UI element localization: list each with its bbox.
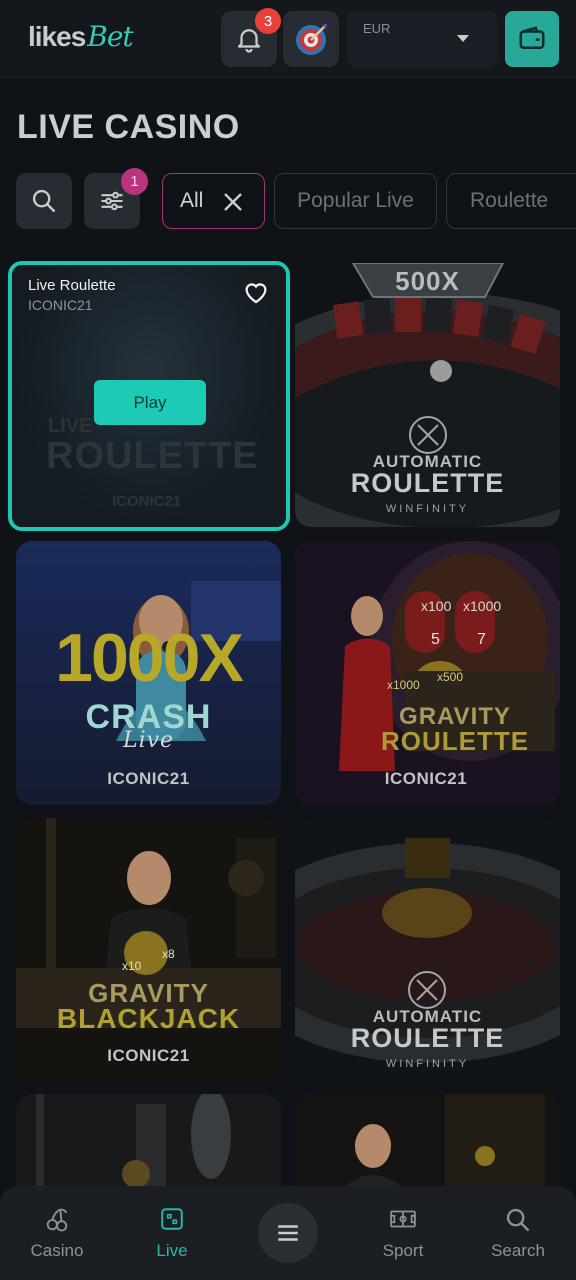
menu-icon	[278, 1225, 298, 1241]
heart-icon[interactable]	[241, 277, 271, 307]
thumbnail-brand: ICONIC21	[112, 493, 182, 510]
game-thumbnail	[295, 541, 560, 805]
missions-button[interactable]	[283, 11, 339, 67]
site-logo[interactable]: likesBet	[28, 20, 134, 53]
multiplier-label: x1000	[463, 598, 502, 614]
thumbnail-title-large: ROULETTE	[350, 468, 505, 498]
bottom-navigation: Casino Live Sport Search	[0, 1186, 576, 1280]
currency-select[interactable]: EUR	[347, 11, 497, 67]
target-dart-icon	[296, 24, 327, 55]
wallet-button[interactable]	[505, 11, 559, 67]
nav-label: Casino	[30, 1241, 84, 1260]
filter-chip-popular-live[interactable]: Popular Live	[274, 173, 437, 229]
game-thumbnail	[16, 1094, 281, 1186]
thumbnail-title-large: 1000X	[55, 620, 244, 696]
currency-code: EUR	[363, 21, 391, 36]
roulette-number: 7	[477, 631, 486, 648]
game-tile-partial[interactable]	[295, 1094, 560, 1186]
close-icon[interactable]	[221, 190, 245, 214]
game-search-button[interactable]	[16, 173, 72, 229]
game-thumbnail	[295, 1094, 560, 1186]
thumbnail-brand: ICONIC21	[384, 769, 468, 788]
chip-label: Popular Live	[297, 189, 414, 212]
cherries-icon	[46, 1208, 68, 1232]
chip-label: All	[180, 189, 204, 212]
thumbnail-brand: WINFINITY	[385, 503, 470, 515]
multiplier-label: x1000	[387, 678, 420, 692]
nav-item-live[interactable]: Live	[122, 1186, 222, 1280]
thumbnail-title-live: Live	[122, 728, 175, 753]
chip-label: Roulette	[470, 189, 549, 212]
game-tile-automatic-roulette-500x[interactable]: 500X AUTOMATIC ROULETTE WINFINITY	[295, 263, 560, 527]
page-title: LIVE CASINO	[17, 108, 240, 146]
search-icon	[32, 189, 56, 213]
nav-label: Search	[491, 1241, 545, 1260]
thumbnail-brand: ICONIC21	[107, 769, 190, 788]
nav-item-search[interactable]: Search	[468, 1186, 568, 1280]
nav-item-sport[interactable]: Sport	[353, 1186, 453, 1280]
multiplier-label: x100	[421, 598, 452, 614]
sliders-icon	[101, 191, 123, 211]
filter-chip-roulette[interactable]: Roulette	[446, 173, 576, 229]
top-header: likesBet 3 EUR	[0, 0, 576, 78]
game-tile-live-roulette[interactable]: LIVE ROULETTE ICONIC21 Live Roulette ICO…	[8, 261, 290, 531]
wallet-icon	[519, 26, 545, 49]
logo-text-main: likes	[28, 21, 86, 52]
logo-text-accent: Bet	[87, 20, 133, 53]
search-icon	[506, 1208, 530, 1232]
game-title: Live Roulette	[28, 277, 116, 294]
menu-button[interactable]	[258, 1203, 318, 1263]
game-provider: ICONIC21	[28, 297, 93, 313]
game-tile-gravity-blackjack[interactable]: x10 x8 GRAVITY BLACKJACK ICONIC21	[16, 818, 281, 1082]
multiplier-label: x8	[162, 947, 175, 961]
filter-chip-all[interactable]: All	[162, 173, 265, 229]
thumbnail-title-large: ROULETTE	[350, 1023, 505, 1053]
multiplier-label: x10	[122, 959, 142, 973]
game-tile-gravity-roulette[interactable]: x100 x1000 5 7 x1000 x500 GRAVITY ROULET…	[295, 541, 560, 805]
soccer-field-icon	[390, 1210, 416, 1228]
nav-label: Sport	[382, 1241, 424, 1260]
live-dice-icon	[161, 1208, 183, 1230]
nav-label: Live	[156, 1241, 188, 1260]
chevron-down-icon	[457, 35, 469, 42]
thumbnail-brand: ICONIC21	[107, 1046, 190, 1065]
thumbnail-title-large: ROULETTE	[380, 726, 530, 756]
game-tile-automatic-roulette[interactable]: AUTOMATIC ROULETTE WINFINITY	[295, 818, 560, 1082]
play-button[interactable]: Play	[94, 380, 206, 425]
roulette-number: 5	[431, 631, 440, 648]
thumbnail-title-large: BLACKJACK	[56, 1003, 241, 1034]
notification-count-badge: 3	[255, 8, 281, 34]
thumbnail-brand: WINFINITY	[385, 1058, 470, 1070]
thumbnail-title-large: ROULETTE	[46, 435, 259, 477]
game-tile-partial[interactable]	[16, 1094, 281, 1186]
multiplier-label: x500	[437, 670, 464, 684]
active-filter-badge: 1	[121, 168, 148, 195]
game-tile-crash-live[interactable]: 1000X CRASH Live ICONIC21	[16, 541, 281, 805]
thumbnail-badge: 500X	[395, 266, 460, 296]
game-thumbnail	[16, 818, 281, 1082]
nav-item-casino[interactable]: Casino	[7, 1186, 107, 1280]
